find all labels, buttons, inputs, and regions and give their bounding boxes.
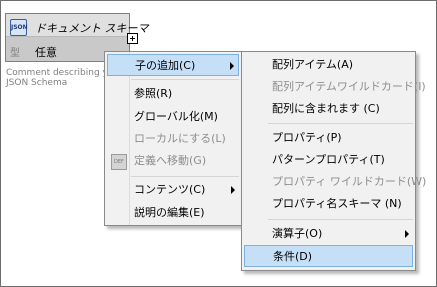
menu-item-label: 配列アイテム(A) xyxy=(272,58,354,71)
menu-item-label: ローカルにする(L) xyxy=(134,132,226,145)
submenu-item-condition[interactable]: 条件(D) xyxy=(244,245,413,267)
submenu-item-array-item-wildcard[interactable]: 配列アイテムワイルドカード(I) xyxy=(244,76,426,98)
menu-item-edit-description[interactable]: 説明の編集(E) xyxy=(107,202,239,224)
menu-item-reference[interactable]: 参照(R) xyxy=(107,83,239,105)
json-schema-icon: JSON xyxy=(10,19,28,36)
expand-plus-icon[interactable] xyxy=(127,33,138,44)
menu-item-label: 配列に含まれます (C) xyxy=(272,102,380,115)
menu-item-label: 定義へ移動(G) xyxy=(134,154,207,167)
menu-item-label: パターンプロパティ(T) xyxy=(272,153,385,166)
menu-separator xyxy=(131,176,239,177)
schema-node-comment: Comment describing y JSON Schema xyxy=(6,68,108,88)
type-icon: 型 xyxy=(10,48,20,59)
submenu-item-property-name-schema[interactable]: プロパティ名スキーマ (N) xyxy=(244,193,413,215)
submenu-item-property-wildcard[interactable]: プロパティ ワイルドカード(W) xyxy=(244,171,426,193)
schema-node-type: 任意 xyxy=(35,46,57,59)
menu-item-make-local[interactable]: ローカルにする(L) xyxy=(107,128,239,150)
context-menu: 子の追加(C) 参照(R) グローバル化(M) ローカルにする(L) DEF 定… xyxy=(104,51,242,226)
submenu-arrow-icon xyxy=(231,186,235,194)
submenu-item-pattern-property[interactable]: パターンプロパティ(T) xyxy=(244,149,413,171)
menu-item-label: 参照(R) xyxy=(134,87,173,100)
menu-item-label: プロパティ(P) xyxy=(272,131,342,144)
menu-item-go-to-definition[interactable]: DEF 定義へ移動(G) xyxy=(107,150,239,172)
menu-item-label: グローバル化(M) xyxy=(134,110,218,123)
menu-separator xyxy=(268,123,413,124)
comment-line: Comment describing y xyxy=(6,68,108,78)
comment-line: JSON Schema xyxy=(6,78,68,88)
definition-ref-icon: DEF xyxy=(111,154,127,170)
menu-separator xyxy=(268,219,413,220)
menu-item-label: 条件(D) xyxy=(273,250,313,263)
submenu-arrow-icon xyxy=(230,62,234,70)
menu-item-label: 説明の編集(E) xyxy=(134,206,205,219)
menu-item-label: コンテンツ(C) xyxy=(134,183,206,196)
menu-item-add-child[interactable]: 子の追加(C) xyxy=(107,54,239,76)
menu-item-label: 配列アイテムワイルドカード(I) xyxy=(272,80,426,93)
menu-item-label: 子の追加(C) xyxy=(135,59,196,72)
menu-separator xyxy=(131,79,239,80)
menu-item-contents[interactable]: コンテンツ(C) xyxy=(107,179,239,201)
menu-item-label: 演算子(O) xyxy=(272,227,323,240)
menu-item-label: プロパティ名スキーマ (N) xyxy=(272,197,402,210)
submenu-item-operator[interactable]: 演算子(O) xyxy=(244,223,413,245)
submenu-arrow-icon xyxy=(405,230,409,238)
submenu-item-property[interactable]: プロパティ(P) xyxy=(244,127,413,149)
submenu-item-contains[interactable]: 配列に含まれます (C) xyxy=(244,98,413,120)
add-child-submenu: 配列アイテム(A) 配列アイテムワイルドカード(I) 配列に含まれます (C) … xyxy=(241,51,426,271)
menu-item-make-global[interactable]: グローバル化(M) xyxy=(107,106,239,128)
menu-item-label: プロパティ ワイルドカード(W) xyxy=(272,175,427,188)
submenu-item-array-item[interactable]: 配列アイテム(A) xyxy=(244,54,413,76)
schema-node-header[interactable]: JSON ドキュメント スキーマ xyxy=(6,14,149,37)
